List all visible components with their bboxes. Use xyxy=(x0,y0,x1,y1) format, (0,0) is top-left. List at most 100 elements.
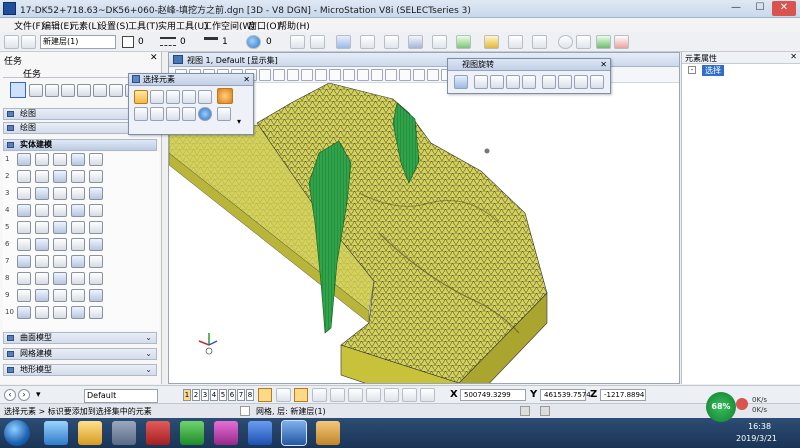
solid-tool-icon[interactable] xyxy=(89,153,103,166)
reference-icon[interactable] xyxy=(432,35,447,49)
view-control-icon[interactable] xyxy=(259,69,271,81)
solid-tool-icon[interactable] xyxy=(89,306,103,319)
view-control-icon[interactable] xyxy=(427,69,439,81)
solid-tool-icon[interactable] xyxy=(17,272,31,285)
back-view-icon[interactable] xyxy=(542,75,556,89)
solid-tool-icon[interactable] xyxy=(71,272,85,285)
right-view-icon[interactable] xyxy=(506,75,520,89)
view-rotation-palette[interactable]: 视图旋转 ✕ xyxy=(447,58,611,94)
snap-perpendicular-icon[interactable] xyxy=(402,388,417,402)
snap-parallel-icon[interactable] xyxy=(420,388,435,402)
solid-tool-icon[interactable] xyxy=(71,255,85,268)
solid-tool-icon[interactable] xyxy=(35,272,49,285)
display-style-icon[interactable] xyxy=(360,35,375,49)
manipulate-tool-icon[interactable] xyxy=(93,84,107,97)
view-number-button[interactable]: 2 xyxy=(192,389,200,401)
select-invert-icon[interactable] xyxy=(182,107,196,121)
minimize-button[interactable]: — xyxy=(724,1,748,16)
menu-utilities[interactable]: 实用工具(U) xyxy=(158,19,208,32)
view-control-icon[interactable] xyxy=(301,69,313,81)
section-surface-modeling[interactable]: 曲面模型 ⌄ xyxy=(3,332,157,344)
view-number-button[interactable]: 5 xyxy=(219,389,227,401)
tools-icon[interactable] xyxy=(316,421,340,445)
attributes-icon[interactable] xyxy=(310,35,325,49)
view-number-button[interactable]: 1 xyxy=(183,389,191,401)
solid-tool-icon[interactable] xyxy=(71,153,85,166)
view-control-icon[interactable] xyxy=(273,69,285,81)
solid-tool-icon[interactable] xyxy=(71,289,85,302)
transparency-icon[interactable] xyxy=(246,35,261,49)
fence-tool-icon[interactable] xyxy=(29,84,43,97)
solid-tool-icon[interactable] xyxy=(89,255,103,268)
solid-tool-icon[interactable] xyxy=(89,238,103,251)
front-view-icon[interactable] xyxy=(490,75,504,89)
modify-tool-icon[interactable] xyxy=(109,84,123,97)
solid-tool-icon[interactable] xyxy=(17,238,31,251)
solid-tool-icon[interactable] xyxy=(71,238,85,251)
z-coord-field[interactable]: -1217.8894 xyxy=(600,389,646,401)
solid-tool-icon[interactable] xyxy=(35,221,49,234)
view-control-icon[interactable] xyxy=(371,69,383,81)
props-close-icon[interactable]: ✕ xyxy=(790,52,797,61)
solid-tool-icon[interactable] xyxy=(17,221,31,234)
info-icon[interactable] xyxy=(558,35,573,49)
microstation-app-icon[interactable] xyxy=(3,2,16,15)
delete-tool-icon[interactable] xyxy=(45,84,59,97)
level-display-icon[interactable] xyxy=(21,35,36,49)
accudraw-icon[interactable] xyxy=(508,35,523,49)
solid-tool-icon[interactable] xyxy=(89,170,103,183)
view-control-icon[interactable] xyxy=(385,69,397,81)
bottom-view-icon[interactable] xyxy=(522,75,536,89)
select-shape-icon[interactable] xyxy=(166,90,180,104)
view-control-icon[interactable] xyxy=(357,69,369,81)
onenote-icon[interactable] xyxy=(214,421,238,445)
start-button[interactable] xyxy=(4,420,30,446)
clock-time[interactable]: 16:38 xyxy=(748,422,771,431)
ie-icon[interactable] xyxy=(44,421,68,445)
forward-arrow-icon[interactable]: › xyxy=(18,389,30,401)
solid-tool-icon[interactable] xyxy=(35,153,49,166)
solid-tool-icon[interactable] xyxy=(53,153,67,166)
x-coord-field[interactable]: 500749.3299 xyxy=(460,389,526,401)
select-element-tool-icon[interactable] xyxy=(10,82,26,98)
dropdown-icon[interactable]: ▾ xyxy=(36,390,48,400)
active-model-combo[interactable]: Default xyxy=(84,389,158,403)
palette-close-icon[interactable]: ✕ xyxy=(243,74,250,85)
select-element-palette[interactable]: 选择元素 ✕ ▾ xyxy=(128,73,254,135)
solid-tool-icon[interactable] xyxy=(89,272,103,285)
solid-tool-icon[interactable] xyxy=(53,204,67,217)
solid-tool-icon[interactable] xyxy=(35,238,49,251)
select-mode-icon[interactable] xyxy=(217,88,233,104)
props-selected-item[interactable]: 选择 xyxy=(702,65,724,76)
menu-element[interactable]: 元素(L) xyxy=(70,19,100,32)
solid-tool-icon[interactable] xyxy=(53,272,67,285)
solid-tool-icon[interactable] xyxy=(35,289,49,302)
word-icon[interactable] xyxy=(248,421,272,445)
snap-midpoint-icon[interactable] xyxy=(294,388,308,402)
view-number-button[interactable]: 3 xyxy=(201,389,209,401)
no-entry-icon[interactable] xyxy=(614,35,629,49)
view-control-icon[interactable] xyxy=(399,69,411,81)
snap-bisector-icon[interactable] xyxy=(348,388,363,402)
select-new-icon[interactable] xyxy=(134,107,148,121)
access-icon[interactable] xyxy=(146,421,170,445)
view-number-button[interactable]: 4 xyxy=(210,389,218,401)
clock-date[interactable]: 2019/3/21 xyxy=(736,434,777,443)
solid-tool-icon[interactable] xyxy=(35,306,49,319)
cloud-icon[interactable] xyxy=(408,35,423,49)
select-method-icon[interactable] xyxy=(217,107,231,121)
left-view-icon[interactable] xyxy=(558,75,572,89)
status-lock-icon[interactable] xyxy=(240,406,250,416)
view-attributes-icon[interactable] xyxy=(336,35,351,49)
solid-tool-icon[interactable] xyxy=(17,306,31,319)
snap-nearest-icon[interactable] xyxy=(276,388,291,402)
snap-keypoint-icon[interactable] xyxy=(258,388,272,402)
group-tool-icon[interactable] xyxy=(61,84,75,97)
select-add-icon[interactable] xyxy=(150,107,164,121)
view-number-button[interactable]: 8 xyxy=(246,389,254,401)
models-icon[interactable] xyxy=(456,35,471,49)
solid-tool-icon[interactable] xyxy=(71,204,85,217)
solid-tool-icon[interactable] xyxy=(35,187,49,200)
solid-tool-icon[interactable] xyxy=(17,255,31,268)
solid-tool-icon[interactable] xyxy=(71,187,85,200)
